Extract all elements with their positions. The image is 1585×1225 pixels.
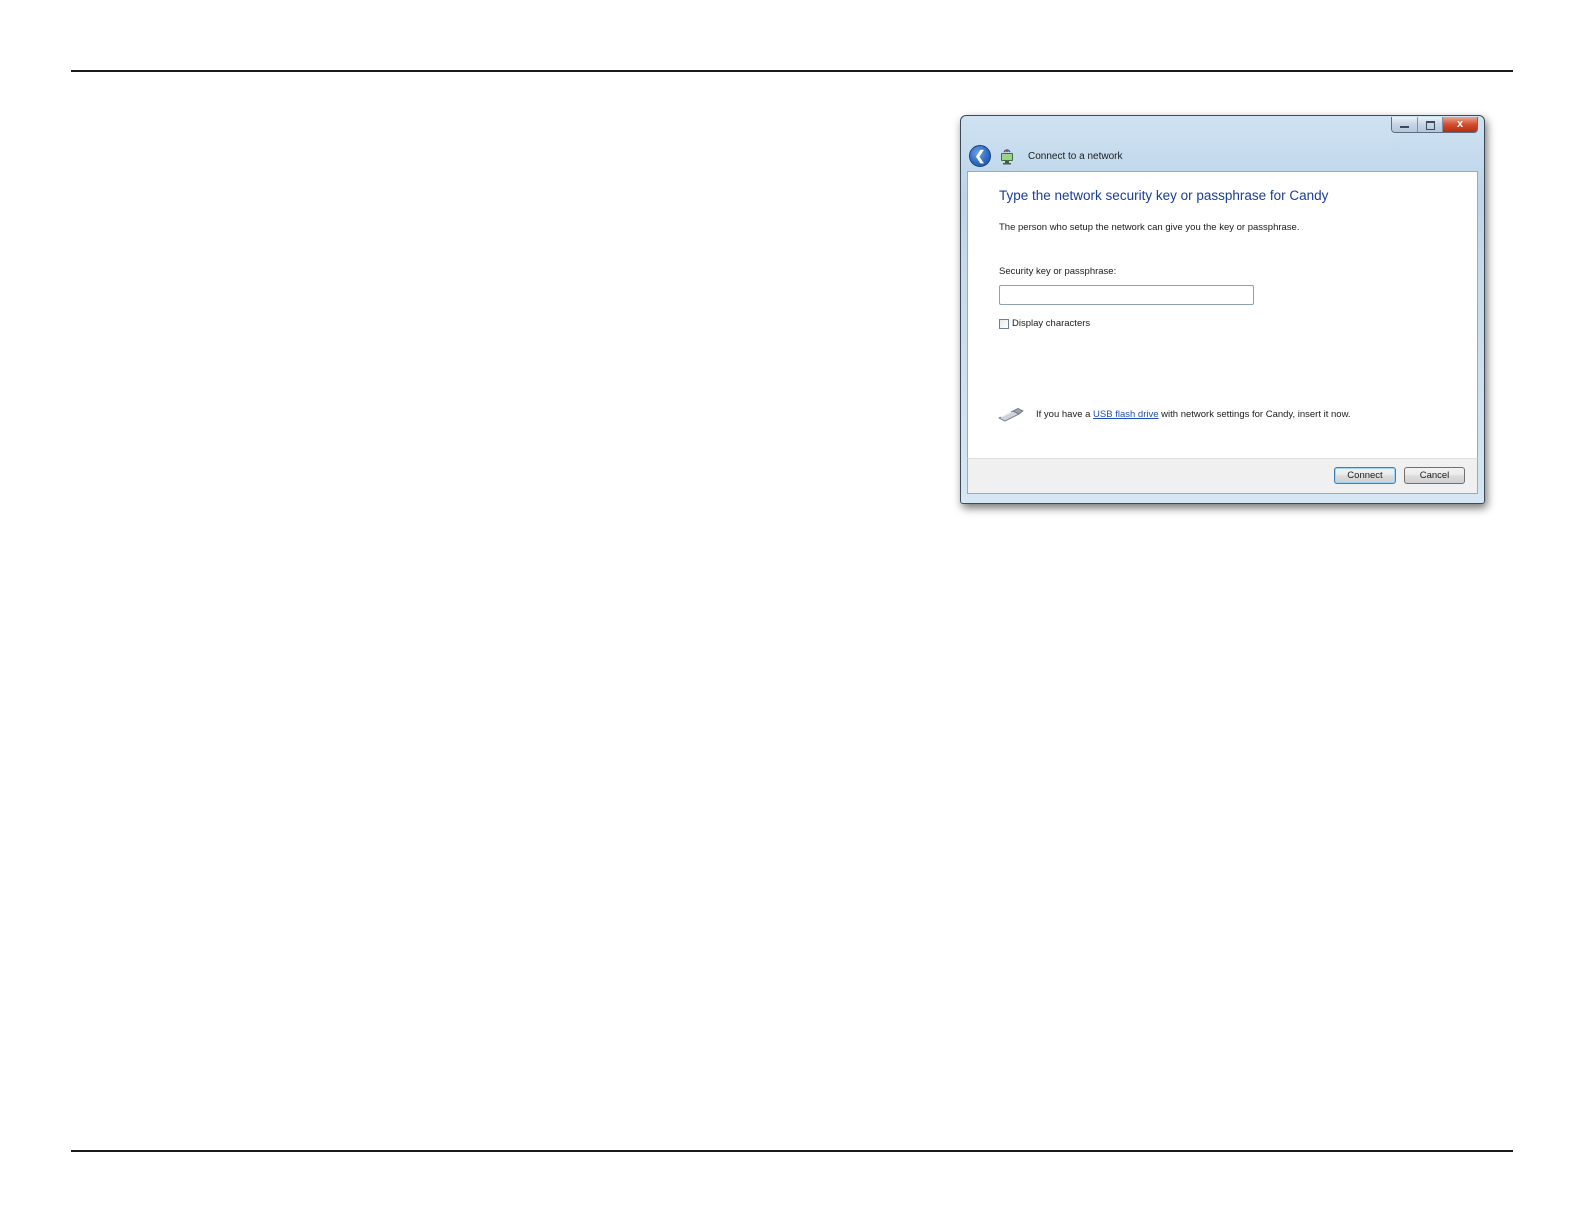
wireless-network-icon — [1001, 149, 1013, 165]
dialog-content-panel: Type the network security key or passphr… — [967, 171, 1478, 458]
page-heading: Type the network security key or passphr… — [999, 188, 1329, 203]
bottom-rule-divider — [71, 1150, 1513, 1152]
maximize-icon — [1426, 121, 1435, 130]
minimize-button[interactable] — [1392, 117, 1418, 132]
usb-hint-prefix: If you have a — [1036, 409, 1094, 420]
usb-hint-text: If you have a USB flash drive with netwo… — [1036, 409, 1351, 420]
back-arrow-icon: ❮ — [974, 148, 986, 163]
back-button[interactable]: ❮ — [969, 145, 991, 167]
security-key-label: Security key or passphrase: — [999, 266, 1117, 277]
close-icon: x — [1456, 118, 1464, 130]
dialog-title: Connect to a network — [1028, 150, 1123, 162]
display-characters-label[interactable]: Display characters — [1012, 318, 1090, 329]
display-characters-checkbox[interactable] — [999, 318, 1009, 329]
connect-to-network-dialog: x ❮ Connect to a network Type the networ… — [960, 115, 1485, 504]
display-characters-option[interactable]: Display characters — [999, 318, 1090, 329]
dialog-nav-row: ❮ Connect to a network — [969, 144, 1123, 168]
description-text: The person who setup the network can giv… — [999, 222, 1300, 233]
maximize-button[interactable] — [1418, 117, 1443, 132]
top-rule-divider — [71, 70, 1513, 72]
usb-flash-drive-icon — [998, 408, 1024, 422]
manual-page: x ❮ Connect to a network Type the networ… — [0, 0, 1585, 1225]
security-key-input[interactable] — [999, 285, 1254, 305]
dialog-button-bar: Connect Cancel — [967, 458, 1478, 494]
window-caption-buttons: x — [1391, 117, 1478, 133]
connect-button[interactable]: Connect — [1334, 467, 1396, 484]
cancel-button[interactable]: Cancel — [1404, 467, 1465, 484]
usb-flash-drive-link[interactable]: USB flash drive — [1093, 409, 1158, 420]
close-button[interactable]: x — [1443, 117, 1477, 132]
minimize-icon — [1400, 126, 1409, 128]
usb-hint-suffix: with network settings for Candy, insert … — [1158, 409, 1351, 420]
